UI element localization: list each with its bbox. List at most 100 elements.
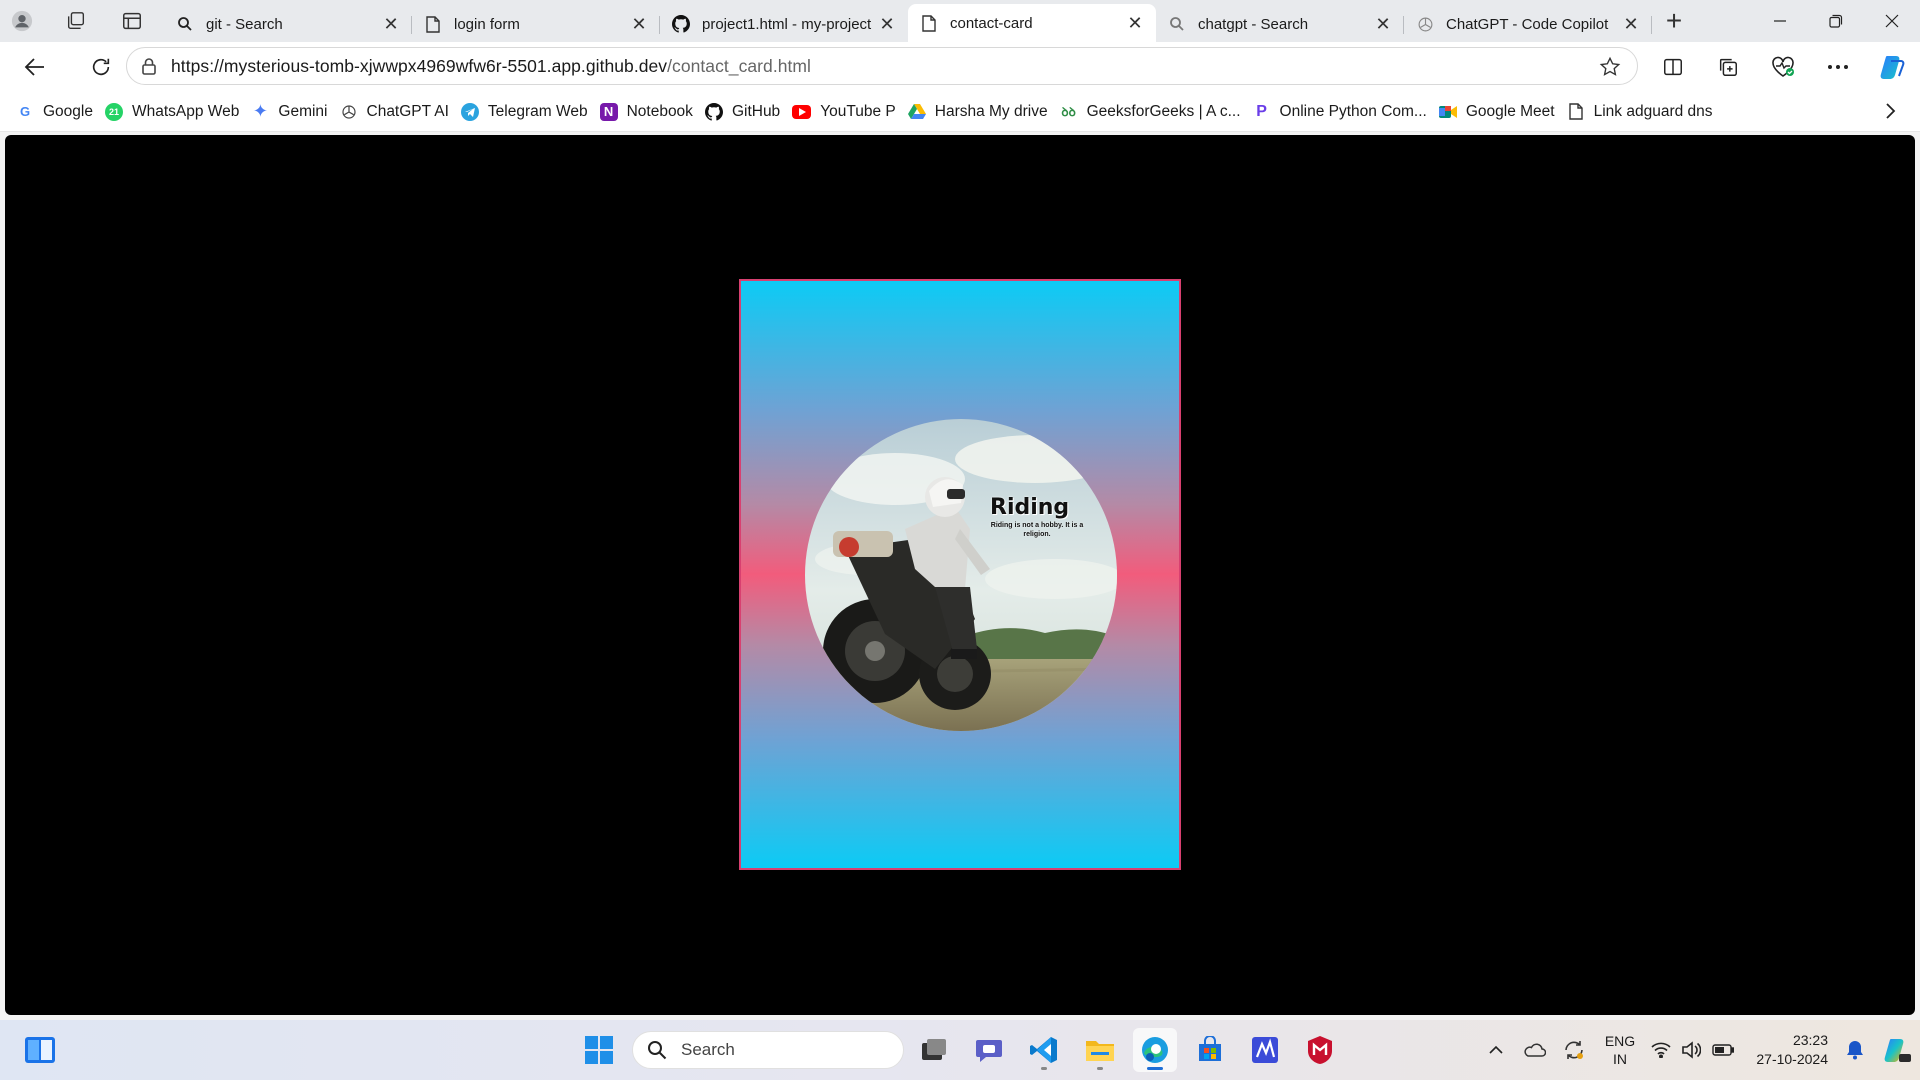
system-tray: ENG IN 23:23 27-10-2024 [1478, 1020, 1920, 1080]
lock-icon[interactable] [127, 57, 171, 75]
mcafee-button[interactable] [1298, 1028, 1342, 1072]
battery-button[interactable] [1706, 1020, 1740, 1080]
youtube-icon [792, 104, 812, 119]
close-icon[interactable]: ✕ [1124, 12, 1146, 34]
bookmark-whatsapp[interactable]: 21 WhatsApp Web [103, 96, 249, 128]
close-icon [1885, 14, 1899, 28]
bookmark-gemini[interactable]: ✦ Gemini [249, 96, 337, 128]
bookmark-label: Telegram Web [487, 102, 588, 120]
split-screen-button[interactable] [1645, 44, 1700, 90]
mcafee-icon [1308, 1036, 1332, 1064]
task-view-button[interactable] [912, 1028, 956, 1072]
new-tab-button[interactable]: + [1652, 0, 1696, 42]
refresh-button[interactable] [78, 44, 124, 90]
widgets-button[interactable] [18, 1028, 62, 1072]
bookmark-google[interactable]: G Google [14, 96, 103, 128]
tab-git-search[interactable]: git - Search ✕ [164, 6, 412, 42]
address-bar[interactable]: https://mysterious-tomb-xjwwpx4969wfw6r-… [126, 47, 1638, 85]
url-text[interactable]: https://mysterious-tomb-xjwwpx4969wfw6r-… [171, 56, 811, 77]
profile-photo: Riding Riding is not a hobby. It is a re… [805, 419, 1117, 731]
bookmark-youtube[interactable]: YouTube P [790, 96, 906, 128]
bookmark-label: Gemini [278, 102, 328, 120]
tab-contact-card[interactable]: contact-card ✕ [908, 4, 1156, 42]
restore-button[interactable] [1808, 0, 1864, 42]
bookmark-adguard[interactable]: Link adguard dns [1565, 96, 1723, 128]
show-hidden-icons-button[interactable] [1478, 1020, 1514, 1080]
tab-title: contact-card [950, 14, 1033, 32]
copilot-icon [1884, 1039, 1911, 1062]
browser-essentials-button[interactable] [1755, 44, 1810, 90]
bookmark-telegram[interactable]: Telegram Web [459, 96, 598, 128]
close-icon[interactable]: ✕ [1620, 13, 1642, 35]
image-caption-subtitle: Riding is not a hobby. It is a religion. [990, 522, 1084, 538]
chatgpt-icon [1416, 15, 1434, 33]
close-icon[interactable]: ✕ [1372, 13, 1394, 35]
tab-title: project1.html - my-project [702, 15, 872, 33]
back-button[interactable] [12, 44, 58, 90]
bookmark-notebook[interactable]: N Notebook [598, 96, 703, 128]
bookmark-github[interactable]: GitHub [703, 96, 790, 128]
tab-chatgpt-search[interactable]: chatgpt - Search ✕ [1156, 6, 1404, 42]
file-explorer-button[interactable] [1078, 1028, 1122, 1072]
favorites-bar: G Google 21 WhatsApp Web ✦ Gemini ChatGPT A… [0, 92, 1920, 132]
tab-title: ChatGPT - Code Copilot [1446, 15, 1609, 33]
taskbar-search[interactable]: Search [632, 1031, 904, 1069]
close-window-button[interactable] [1864, 0, 1920, 42]
favorite-star-icon[interactable] [1599, 56, 1621, 83]
minimize-button[interactable] [1752, 0, 1808, 42]
bell-icon [1847, 1041, 1863, 1060]
bookmark-label: Google Meet [1465, 102, 1555, 120]
start-button[interactable] [577, 1028, 621, 1072]
profile-button[interactable] [0, 0, 44, 42]
bookmark-label: Harsha My drive [934, 102, 1048, 120]
bookmark-drive[interactable]: Harsha My drive [906, 96, 1058, 128]
toolbar-actions [1645, 42, 1920, 92]
teams-button[interactable] [967, 1028, 1011, 1072]
vscode-button[interactable] [1022, 1028, 1066, 1072]
wifi-icon [1651, 1042, 1671, 1058]
teams-icon [976, 1040, 1002, 1062]
workspaces-button[interactable] [54, 0, 98, 42]
bookmark-google-meet[interactable]: Google Meet [1437, 96, 1565, 128]
bookmark-chatgpt[interactable]: ChatGPT AI [338, 96, 459, 128]
vertical-tabs-icon [123, 12, 141, 30]
collections-button[interactable] [1700, 44, 1755, 90]
more-favorites-button[interactable] [1884, 102, 1896, 125]
copilot-taskbar-button[interactable] [1874, 1020, 1920, 1080]
bookmark-online-python[interactable]: P Online Python Com... [1251, 96, 1437, 128]
input-language-button[interactable]: ENG IN [1594, 1020, 1646, 1080]
volume-button[interactable] [1676, 1020, 1706, 1080]
close-icon[interactable]: ✕ [876, 13, 898, 35]
tab-actions-button[interactable] [110, 0, 154, 42]
store-button[interactable] [1188, 1028, 1232, 1072]
tab-login-form[interactable]: login form ✕ [412, 6, 660, 42]
minimize-icon [1774, 20, 1786, 22]
close-icon[interactable]: ✕ [380, 13, 402, 35]
bookmark-label: Link adguard dns [1593, 102, 1713, 120]
page-icon [920, 14, 938, 32]
url-host: https://mysterious-tomb-xjwwpx4969wfw6r-… [171, 55, 668, 76]
edge-button[interactable] [1133, 1028, 1177, 1072]
tab-project1[interactable]: project1.html - my-project ✕ [660, 6, 908, 42]
url-path: /contact_card.html [667, 55, 811, 76]
pen-app-button[interactable] [1243, 1028, 1287, 1072]
drive-icon [907, 103, 926, 121]
tab-chatgpt-copilot[interactable]: ChatGPT - Code Copilot ✕ [1404, 6, 1652, 42]
close-icon[interactable]: ✕ [628, 13, 650, 35]
settings-more-button[interactable] [1810, 44, 1865, 90]
meet-icon [1438, 103, 1457, 121]
lang-region: IN [1613, 1051, 1627, 1067]
copilot-button[interactable] [1865, 44, 1920, 90]
bookmark-label: GeeksforGeeks | A c... [1086, 102, 1241, 120]
tab-title: login form [454, 15, 520, 33]
onedrive-button[interactable] [1514, 1020, 1554, 1080]
browser-toolbar: https://mysterious-tomb-xjwwpx4969wfw6r-… [0, 42, 1920, 92]
bookmark-label: ChatGPT AI [366, 102, 449, 120]
sync-status-button[interactable] [1554, 1020, 1594, 1080]
network-button[interactable] [1646, 1020, 1676, 1080]
clock-button[interactable]: 23:23 27-10-2024 [1740, 1020, 1828, 1080]
battery-icon [1712, 1044, 1734, 1056]
notifications-button[interactable] [1836, 1020, 1874, 1080]
bookmark-geeksforgeeks[interactable]: ꝺꝺ GeeksforGeeks | A c... [1058, 96, 1251, 128]
bookmark-label: Notebook [626, 102, 693, 120]
